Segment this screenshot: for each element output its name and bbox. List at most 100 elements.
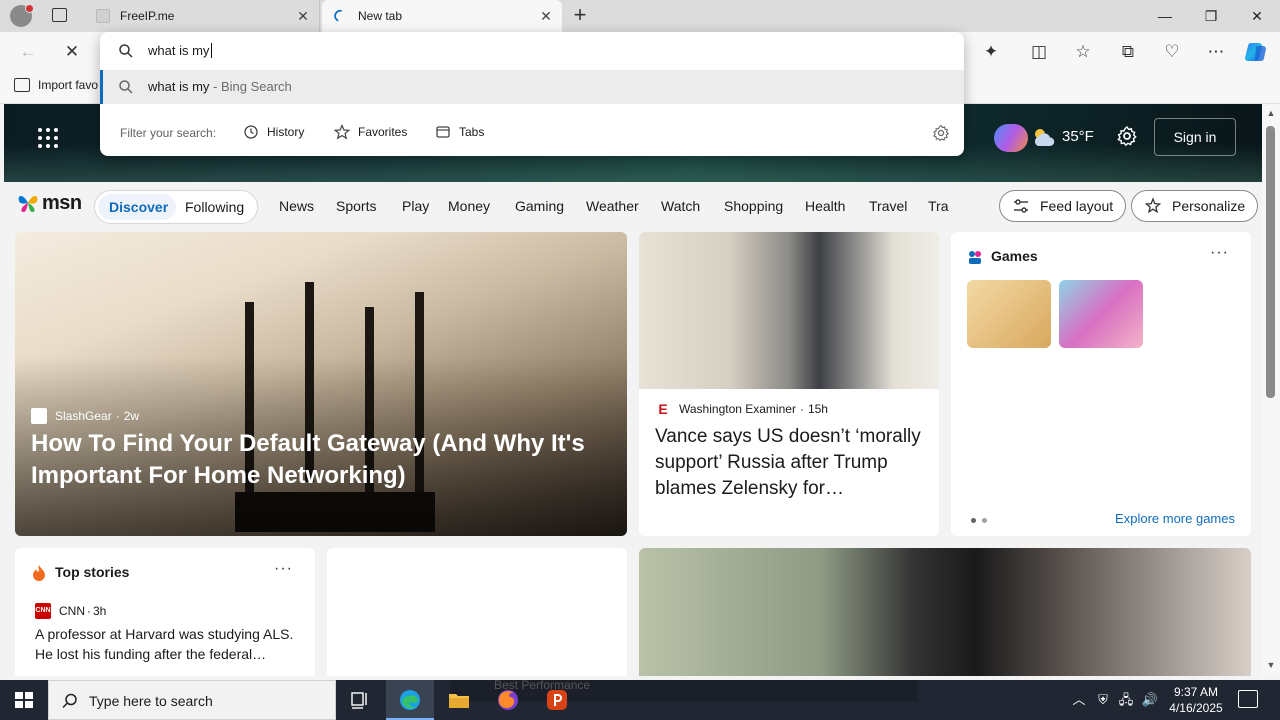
news-story-headline[interactable]: Vance says US doesn’t ‘morally support’ … [655, 424, 927, 502]
page-favicon-icon [96, 9, 110, 23]
scroll-up-arrow-icon[interactable]: ▲ [1266, 108, 1276, 118]
address-bar[interactable]: what is my [100, 32, 964, 70]
sliders-icon [1014, 199, 1028, 213]
taskbar-firefox[interactable] [484, 680, 532, 720]
filter-favorites-label: Favorites [358, 125, 408, 139]
favorites-icon[interactable]: ☆ [1071, 40, 1095, 64]
feed-layout-label: Feed layout [1040, 198, 1114, 214]
tab-following[interactable]: Following [185, 199, 244, 215]
feed-layout-button[interactable]: Feed layout [999, 190, 1127, 222]
collections-icon[interactable]: ⧉ [1116, 40, 1140, 64]
filter-tabs-button[interactable]: Tabs [435, 124, 484, 140]
profile-avatar[interactable] [10, 4, 34, 27]
nav-sports[interactable]: Sports [336, 198, 376, 214]
nav-health[interactable]: Health [805, 198, 845, 214]
search-filter-row: Filter your search: History Favorites Ta… [100, 112, 964, 152]
copilot-badge-icon[interactable] [994, 124, 1028, 152]
scroll-thumb[interactable] [1266, 126, 1275, 398]
taskbar-file-explorer[interactable] [435, 680, 483, 720]
suggestion-bing-search[interactable]: what is my - Bing Search [100, 70, 964, 104]
clock-date: 4/16/2025 [1169, 701, 1223, 715]
p-app-icon [547, 690, 567, 710]
search-icon [119, 80, 133, 94]
restore-icon[interactable]: ❐ [1188, 0, 1234, 32]
games-card: Games ··· Explore more games [951, 232, 1251, 536]
msn-logo[interactable]: msn [16, 191, 82, 215]
task-view-button[interactable] [336, 680, 384, 720]
close-tab-icon[interactable]: ✕ [538, 8, 554, 24]
news-story-card[interactable]: E Washington Examiner · 15h Vance says U… [639, 232, 939, 536]
empty-card-placeholder [327, 548, 627, 676]
nav-news[interactable]: News [279, 198, 314, 214]
stop-loading-icon[interactable]: ✕ [60, 40, 84, 64]
nav-weather[interactable]: Weather [586, 198, 639, 214]
page-settings-gear-icon[interactable] [1116, 125, 1138, 147]
settings-more-icon[interactable]: ⋯ [1204, 40, 1228, 64]
story-age: 15h [807, 402, 828, 416]
filter-favorites-button[interactable]: Favorites [334, 124, 407, 140]
page-scrollbar[interactable]: ▲ ▼ [1262, 104, 1280, 676]
close-tab-icon[interactable]: ✕ [295, 8, 311, 24]
nav-play[interactable]: Play [402, 198, 429, 214]
tab-title: FreeIP.me [120, 9, 175, 23]
extensions-icon[interactable]: ✦ [979, 40, 1003, 64]
import-favorites-button[interactable]: Import favo [14, 78, 98, 92]
minimize-icon[interactable]: — [1142, 0, 1188, 32]
gear-icon[interactable] [932, 124, 950, 142]
tab-freeip[interactable]: FreeIP.me ✕ [84, 0, 320, 32]
temperature[interactable]: 35°F [1062, 128, 1094, 145]
tray-overflow-icon[interactable]: ︿ [1070, 691, 1088, 709]
game-tile-makeup[interactable] [1059, 280, 1143, 348]
washington-examiner-logo-icon: E [655, 401, 671, 417]
personalize-button[interactable]: Personalize [1131, 190, 1259, 222]
taskbar-app-p[interactable] [533, 680, 581, 720]
tab-new-tab[interactable]: New tab ✕ [322, 0, 562, 32]
address-input[interactable]: what is my [148, 43, 213, 58]
msn-nav-row: msn Discover Following News Sports Play … [4, 182, 1262, 230]
back-icon[interactable]: ← [16, 40, 40, 64]
network-icon[interactable]: 🖧 [1117, 691, 1135, 709]
nav-money[interactable]: Money [448, 198, 490, 214]
import-icon [14, 78, 30, 92]
windows-taskbar: Type here to search Best Performance ︿ ⛨… [0, 679, 1280, 720]
folder-icon [449, 694, 469, 708]
search-icon [119, 44, 133, 58]
split-screen-icon[interactable]: ◫ [1027, 40, 1051, 64]
tab-discover[interactable]: Discover [109, 199, 168, 215]
nav-gaming[interactable]: Gaming [515, 198, 564, 214]
notification-center-icon[interactable] [1238, 690, 1258, 708]
app-launcher-icon[interactable] [38, 128, 58, 148]
top-stories-more-options-icon[interactable]: ··· [274, 560, 293, 578]
edge-icon [400, 690, 420, 710]
fire-icon [33, 565, 45, 581]
nav-truncated[interactable]: Tra [928, 198, 948, 214]
system-clock[interactable]: 9:37 AM 4/16/2025 [1164, 684, 1228, 716]
copilot-icon[interactable] [1245, 40, 1269, 64]
nav-watch[interactable]: Watch [661, 198, 700, 214]
sign-in-button[interactable]: Sign in [1154, 118, 1236, 156]
explore-more-games-link[interactable]: Explore more games [1115, 511, 1235, 526]
nav-shopping[interactable]: Shopping [724, 198, 783, 214]
story-age: 2w [123, 409, 140, 423]
scroll-down-arrow-icon[interactable]: ▼ [1266, 660, 1276, 670]
carousel-dots [971, 518, 987, 523]
taskbar-edge[interactable] [386, 680, 434, 720]
volume-icon[interactable]: 🔊 [1141, 691, 1159, 709]
games-more-options-icon[interactable]: ··· [1210, 244, 1229, 262]
game-tile-wood-puzzle[interactable] [967, 280, 1051, 348]
windows-start-icon[interactable] [0, 680, 48, 720]
filter-history-button[interactable]: History [243, 124, 304, 140]
top-story-headline[interactable]: A professor at Harvard was studying ALS.… [35, 624, 305, 664]
nav-travel[interactable]: Travel [869, 198, 907, 214]
main-story-headline[interactable]: How To Find Your Default Gateway (And Wh… [31, 428, 611, 492]
search-icon [62, 693, 77, 709]
defender-icon[interactable]: ⛨ [1094, 691, 1112, 709]
tab-actions-icon[interactable] [52, 8, 67, 22]
taskbar-search-box[interactable]: Type here to search [48, 680, 336, 720]
story-age: 3h [93, 604, 107, 618]
new-tab-button[interactable]: + [568, 4, 592, 28]
close-window-icon[interactable]: ✕ [1234, 0, 1280, 32]
main-story-card[interactable]: SlashGear · 2w How To Find Your Default … [15, 232, 627, 536]
browser-essentials-icon[interactable]: ♡ [1160, 40, 1184, 64]
video-story-card[interactable] [639, 548, 1251, 676]
